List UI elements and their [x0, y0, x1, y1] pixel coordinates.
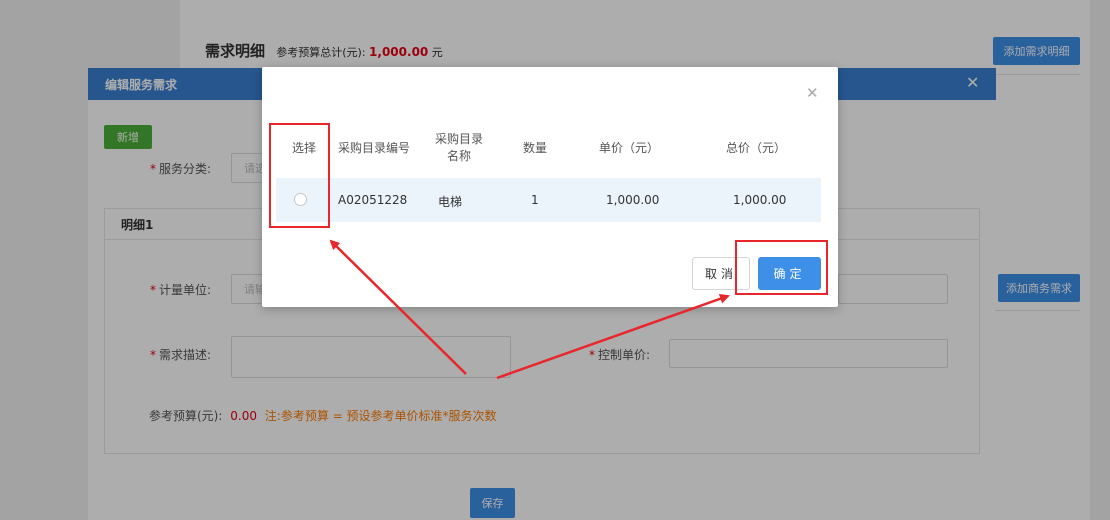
annotation-arrows [329, 239, 730, 380]
annotation-arrow-to-select [329, 239, 467, 375]
annotation-arrow-to-confirm [496, 293, 730, 380]
